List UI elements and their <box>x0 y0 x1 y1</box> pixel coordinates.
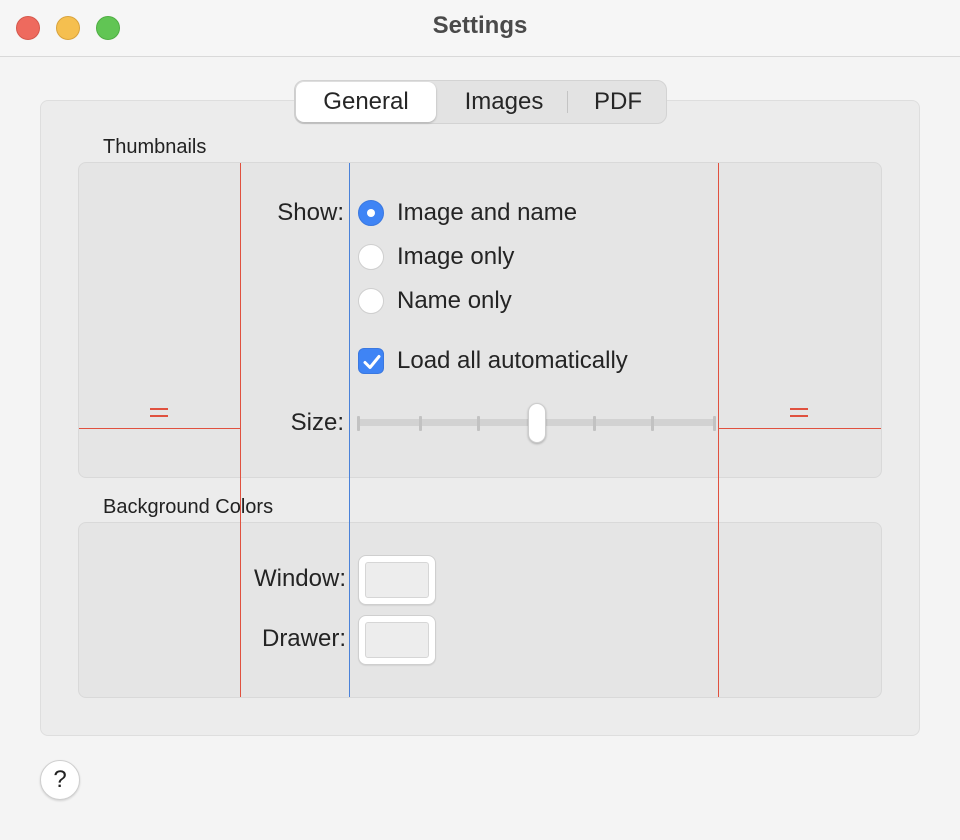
window-color-label: Window: <box>253 565 346 592</box>
option-image-only-label[interactable]: Image only <box>397 243 514 271</box>
radio-name-only[interactable] <box>358 288 384 314</box>
option-name-only-label[interactable]: Name only <box>397 287 512 315</box>
spacing-guide-right <box>719 428 881 429</box>
background-colors-section-title: Background Colors <box>103 496 274 518</box>
alignment-guide <box>349 163 350 697</box>
tab-general[interactable]: General <box>296 82 436 122</box>
show-label: Show: <box>277 199 344 226</box>
slider-tick <box>713 416 716 431</box>
tab-images[interactable]: Images <box>445 82 563 122</box>
drawer-color-swatch <box>365 622 429 658</box>
checkmark-icon <box>363 355 381 369</box>
drawer-color-well[interactable] <box>358 615 436 665</box>
size-label: Size: <box>290 409 344 436</box>
help-button[interactable]: ? <box>40 760 80 800</box>
settings-window: Settings General Images PDF Thumbnails S… <box>0 0 960 840</box>
slider-tick <box>477 416 480 431</box>
title-bar: Settings <box>0 0 960 57</box>
layout-guide-left <box>240 163 241 697</box>
radio-image-and-name[interactable] <box>358 200 384 226</box>
equal-spacing-icon <box>150 408 170 418</box>
spacing-guide-left <box>79 428 240 429</box>
layout-guide-right <box>718 163 719 697</box>
tab-bar: General Images PDF <box>294 80 667 124</box>
equal-spacing-icon <box>790 408 810 418</box>
window-title: Settings <box>432 12 528 39</box>
tab-pdf[interactable]: PDF <box>579 82 657 122</box>
option-image-and-name-label[interactable]: Image and name <box>397 199 577 227</box>
radio-image-only[interactable] <box>358 244 384 270</box>
drawer-color-label: Drawer: <box>261 625 346 652</box>
size-slider-thumb[interactable] <box>528 403 546 443</box>
window-color-swatch <box>365 562 429 598</box>
tab-divider <box>567 91 568 113</box>
slider-tick <box>651 416 654 431</box>
load-all-label[interactable]: Load all automatically <box>397 347 628 375</box>
thumbnails-section-title: Thumbnails <box>103 136 207 158</box>
slider-tick <box>593 416 596 431</box>
slider-tick <box>357 416 360 431</box>
window-color-well[interactable] <box>358 555 436 605</box>
background-colors-panel <box>78 522 882 698</box>
load-all-checkbox[interactable] <box>358 348 384 374</box>
slider-tick <box>419 416 422 431</box>
